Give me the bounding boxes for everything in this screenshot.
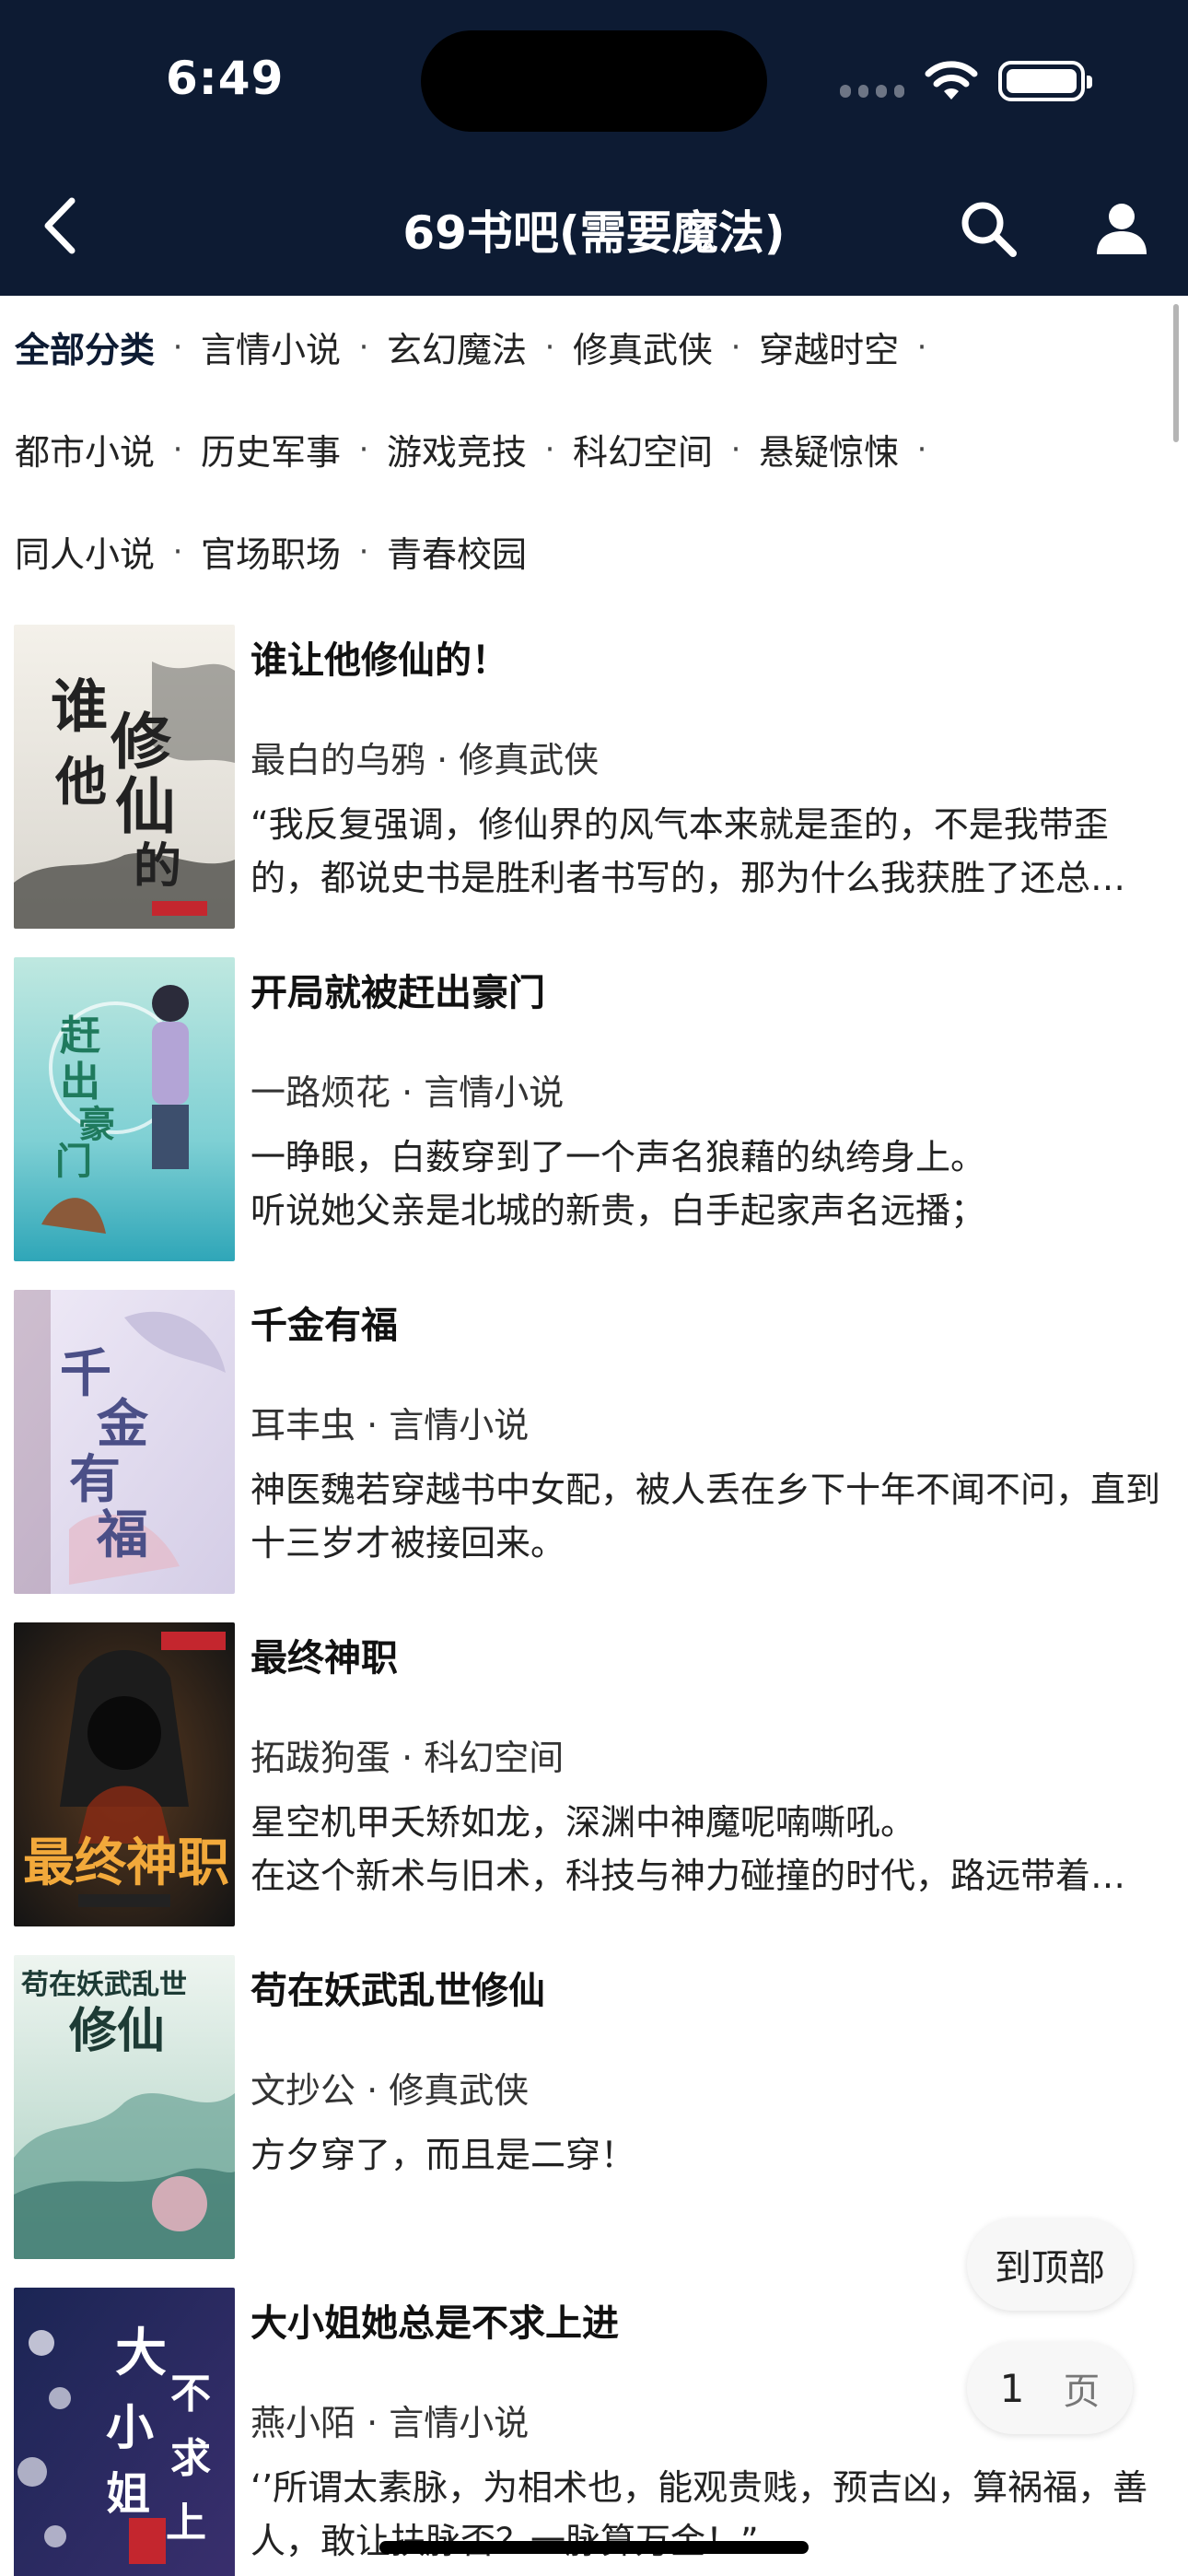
svg-text:修仙: 修仙: [69, 2003, 165, 2059]
category-separator: ·: [544, 328, 555, 366]
book-item[interactable]: 最终神职 最终神职 拓跋狗蛋 · 科幻空间 星空机甲夭矫如龙，深渊中神魔呢喃嘶吼…: [0, 1621, 1188, 1953]
category-separator: ·: [172, 533, 183, 570]
svg-text:仙: 仙: [115, 770, 176, 842]
book-cover: 千 金 有 福: [14, 1290, 235, 1594]
dynamic-island: [421, 30, 767, 132]
svg-text:福: 福: [96, 1505, 148, 1565]
svg-text:修: 修: [111, 706, 172, 778]
category-time-travel[interactable]: 穿越时空: [759, 322, 899, 372]
status-time: 6:49: [166, 52, 285, 105]
category-separator: ·: [916, 328, 927, 366]
category-campus[interactable]: 青春校园: [387, 526, 527, 577]
category-separator: ·: [730, 430, 741, 468]
book-title[interactable]: 最终神职: [250, 1628, 398, 1681]
svg-text:门: 门: [55, 1140, 92, 1183]
svg-text:上: 上: [166, 2500, 206, 2547]
category-separator: ·: [172, 328, 183, 366]
svg-text:小: 小: [106, 2400, 154, 2456]
book-item[interactable]: 赶 出 豪 门 开局就被赶出豪门 一路烦花 · 言情小说 一睁眼，白薮穿到了一个…: [0, 955, 1188, 1288]
svg-text:他: 他: [54, 752, 107, 813]
category-separator: ·: [358, 430, 369, 468]
battery-icon: [998, 61, 1092, 101]
category-romance[interactable]: 言情小说: [201, 322, 341, 372]
book-author-category: 耳丰虫 · 言情小说: [250, 1405, 530, 1446]
svg-text:最终神职: 最终神职: [23, 1833, 229, 1893]
wifi-icon: [925, 61, 978, 100]
svg-text:苟在妖武乱世: 苟在妖武乱世: [20, 1969, 187, 2001]
svg-text:的: 的: [134, 838, 181, 895]
book-cover: 赶 出 豪 门: [14, 957, 235, 1261]
category-history[interactable]: 历史军事: [201, 424, 341, 474]
user-profile-icon[interactable]: [1094, 201, 1149, 256]
svg-text:大: 大: [115, 2323, 167, 2383]
book-author-category: 拓跋狗蛋 · 科幻空间: [250, 1738, 565, 1778]
category-all[interactable]: 全部分类: [15, 322, 155, 372]
category-gaming[interactable]: 游戏竞技: [387, 424, 527, 474]
svg-text:谁: 谁: [51, 673, 108, 740]
book-description: 一睁眼，白薮穿到了一个声名狼藉的纨绔身上。 听说她父亲是北城的新贵，白手起家声名…: [250, 1137, 986, 1231]
signal-dots-icon: [840, 85, 904, 100]
book-item[interactable]: 千 金 有 福 千金有福 耳丰虫 · 言情小说 神医魏若穿越书中女配，被人丢在乡…: [0, 1288, 1188, 1621]
category-fanfiction[interactable]: 同人小说: [15, 526, 155, 577]
category-xianxia[interactable]: 修真武侠: [573, 322, 713, 372]
book-description: 星空机甲夭矫如龙，深渊中神魔呢喃嘶吼。 在这个新术与旧术，科技与神力碰撞的时代，…: [250, 1802, 1126, 1896]
book-cover: 苟在妖武乱世 修仙: [14, 1955, 235, 2259]
category-row: 同人小说 · 官场职场 · 青春校园: [15, 500, 1166, 603]
book-item[interactable]: 谁 修 他 仙 的 谁让他修仙的！ 最白的乌鸦 · 修真武侠 “我反复强调，修仙…: [0, 623, 1188, 955]
book-description: 方夕穿了，而且是二穿！: [250, 2135, 636, 2175]
category-row: 全部分类 · 言情小说 · 玄幻魔法 · 修真武侠 · 穿越时空 ·: [15, 296, 1166, 398]
svg-text:出: 出: [60, 1059, 100, 1106]
book-title[interactable]: 大小姐她总是不求上进: [250, 2293, 619, 2347]
category-separator: ·: [358, 328, 369, 366]
category-separator: ·: [544, 430, 555, 468]
book-description: 神医魏若穿越书中女配，被人丢在乡下十年不闻不问，直到十三岁才被接回来。: [250, 1469, 1161, 1563]
book-cover: 谁 修 他 仙 的: [14, 625, 235, 929]
category-scifi[interactable]: 科幻空间: [573, 424, 713, 474]
back-to-top-button[interactable]: 到顶部: [967, 2219, 1133, 2311]
page-unit-label: 页: [1063, 2371, 1101, 2413]
book-author-category: 最白的乌鸦 · 修真武侠: [250, 740, 600, 780]
category-fantasy[interactable]: 玄幻魔法: [387, 322, 527, 372]
book-cover: 最终神职: [14, 1622, 235, 1926]
category-separator: ·: [172, 430, 183, 468]
svg-text:赶: 赶: [60, 1013, 101, 1060]
book-author-category: 燕小陌 · 言情小说: [250, 2403, 530, 2443]
book-title[interactable]: 谁让他修仙的！: [250, 630, 508, 684]
scrollbar[interactable]: [1173, 304, 1179, 442]
top-bar: 6:49 69书吧(需要魔法): [0, 0, 1188, 296]
page-number: 1: [999, 2365, 1025, 2411]
category-suspense[interactable]: 悬疑惊悚: [759, 424, 899, 474]
book-description: “我反复强调，修仙界的风气本来就是歪的，不是我带歪的，都说史书是胜利者书写的，那…: [250, 804, 1126, 898]
svg-text:姐: 姐: [106, 2468, 150, 2520]
svg-text:求: 求: [170, 2435, 211, 2482]
category-urban[interactable]: 都市小说: [15, 424, 155, 474]
book-title[interactable]: 开局就被赶出豪门: [250, 963, 545, 1016]
category-list: 全部分类 · 言情小说 · 玄幻魔法 · 修真武侠 · 穿越时空 · 都市小说 · 历史军事…: [15, 296, 1166, 603]
book-author-category: 文抄公 · 修真武侠: [250, 2070, 530, 2111]
search-icon[interactable]: [958, 198, 1019, 259]
home-indicator[interactable]: [379, 2541, 809, 2554]
svg-text:有: 有: [69, 1449, 121, 1510]
book-cover: 大 不 小 求 姐 上: [14, 2288, 235, 2576]
category-workplace[interactable]: 官场职场: [201, 526, 341, 577]
category-row: 都市小说 · 历史军事 · 游戏竞技 · 科幻空间 · 悬疑惊悚 ·: [15, 398, 1166, 500]
book-title[interactable]: 千金有福: [250, 1295, 398, 1349]
book-title[interactable]: 苟在妖武乱世修仙: [250, 1961, 545, 2014]
svg-text:不: 不: [170, 2371, 211, 2418]
page-indicator[interactable]: 1 页: [967, 2342, 1133, 2434]
category-separator: ·: [730, 328, 741, 366]
category-separator: ·: [916, 430, 927, 468]
category-separator: ·: [358, 533, 369, 570]
book-author-category: 一路烦花 · 言情小说: [250, 1072, 565, 1113]
svg-text:金: 金: [96, 1394, 149, 1455]
